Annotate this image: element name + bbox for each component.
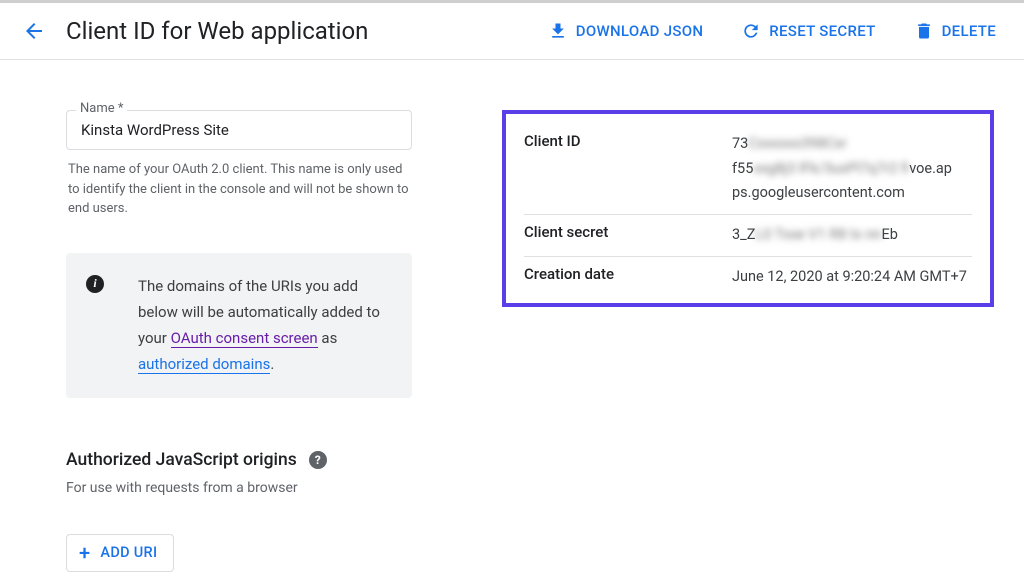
js-origins-heading: Authorized JavaScript origins (66, 450, 297, 470)
download-json-button[interactable]: DOWNLOAD JSON (548, 21, 704, 41)
client-id-label: Client ID (524, 132, 732, 150)
creation-date-row: Creation date June 12, 2020 at 9:20:24 A… (524, 257, 972, 298)
delete-button[interactable]: DELETE (914, 21, 996, 41)
add-uri-button[interactable]: + ADD URI (66, 534, 174, 572)
download-json-label: DOWNLOAD JSON (576, 22, 704, 40)
info-mid: as (318, 329, 338, 347)
refresh-icon (741, 21, 761, 41)
creation-date-label: Creation date (524, 265, 732, 283)
info-icon-wrap: i (66, 273, 124, 378)
left-column: Name * The name of your OAuth 2.0 client… (66, 110, 412, 572)
client-secret-row: Client secret 3_ZL0 Txxe V1 R8 tx nnEb (524, 215, 972, 257)
js-origins-header: Authorized JavaScript origins ? (66, 450, 412, 470)
trash-icon (914, 21, 934, 41)
page-title: Client ID for Web application (66, 17, 368, 45)
info-box: i The domains of the URIs you add below … (66, 253, 412, 398)
credentials-box: Client ID 73Cxxxxxx398Cxr f55xxg8j3 lFk/… (502, 110, 994, 307)
add-uri-label: ADD URI (100, 544, 157, 561)
name-field-wrap: Name * (66, 110, 412, 150)
creation-date-value: June 12, 2020 at 9:20:24 AM GMT+7 (732, 265, 967, 290)
reset-secret-button[interactable]: RESET SECRET (741, 21, 875, 41)
oauth-consent-link[interactable]: OAuth consent screen (171, 329, 318, 348)
name-input[interactable] (66, 110, 412, 150)
js-origins-sub: For use with requests from a browser (66, 480, 412, 496)
help-icon[interactable]: ? (309, 451, 327, 469)
client-id-row: Client ID 73Cxxxxxx398Cxr f55xxg8j3 lFk/… (524, 124, 972, 215)
name-field-label: Name * (76, 101, 127, 116)
client-secret-label: Client secret (524, 223, 732, 241)
authorized-domains-link[interactable]: authorized domains (138, 355, 270, 374)
top-bar: Client ID for Web application DOWNLOAD J… (0, 0, 1024, 60)
client-secret-value: 3_ZL0 Txxe V1 R8 tx nnEb (732, 223, 898, 248)
client-id-value: 73Cxxxxxx398Cxr f55xxg8j3 lFk/3uxPl7q7r2… (732, 132, 952, 206)
info-text: The domains of the URIs you add below wi… (138, 273, 390, 378)
plus-icon: + (79, 543, 90, 563)
right-column: Client ID 73Cxxxxxx398Cxr f55xxg8j3 lFk/… (502, 110, 994, 572)
main-content: Name * The name of your OAuth 2.0 client… (0, 60, 1024, 572)
download-icon (548, 21, 568, 41)
back-arrow-icon[interactable] (22, 19, 46, 43)
name-help-text: The name of your OAuth 2.0 client. This … (66, 160, 412, 219)
reset-secret-label: RESET SECRET (769, 22, 875, 40)
delete-label: DELETE (942, 22, 996, 40)
info-icon: i (86, 275, 104, 293)
info-post: . (270, 355, 274, 373)
top-actions: DOWNLOAD JSON RESET SECRET DELETE (548, 21, 996, 41)
